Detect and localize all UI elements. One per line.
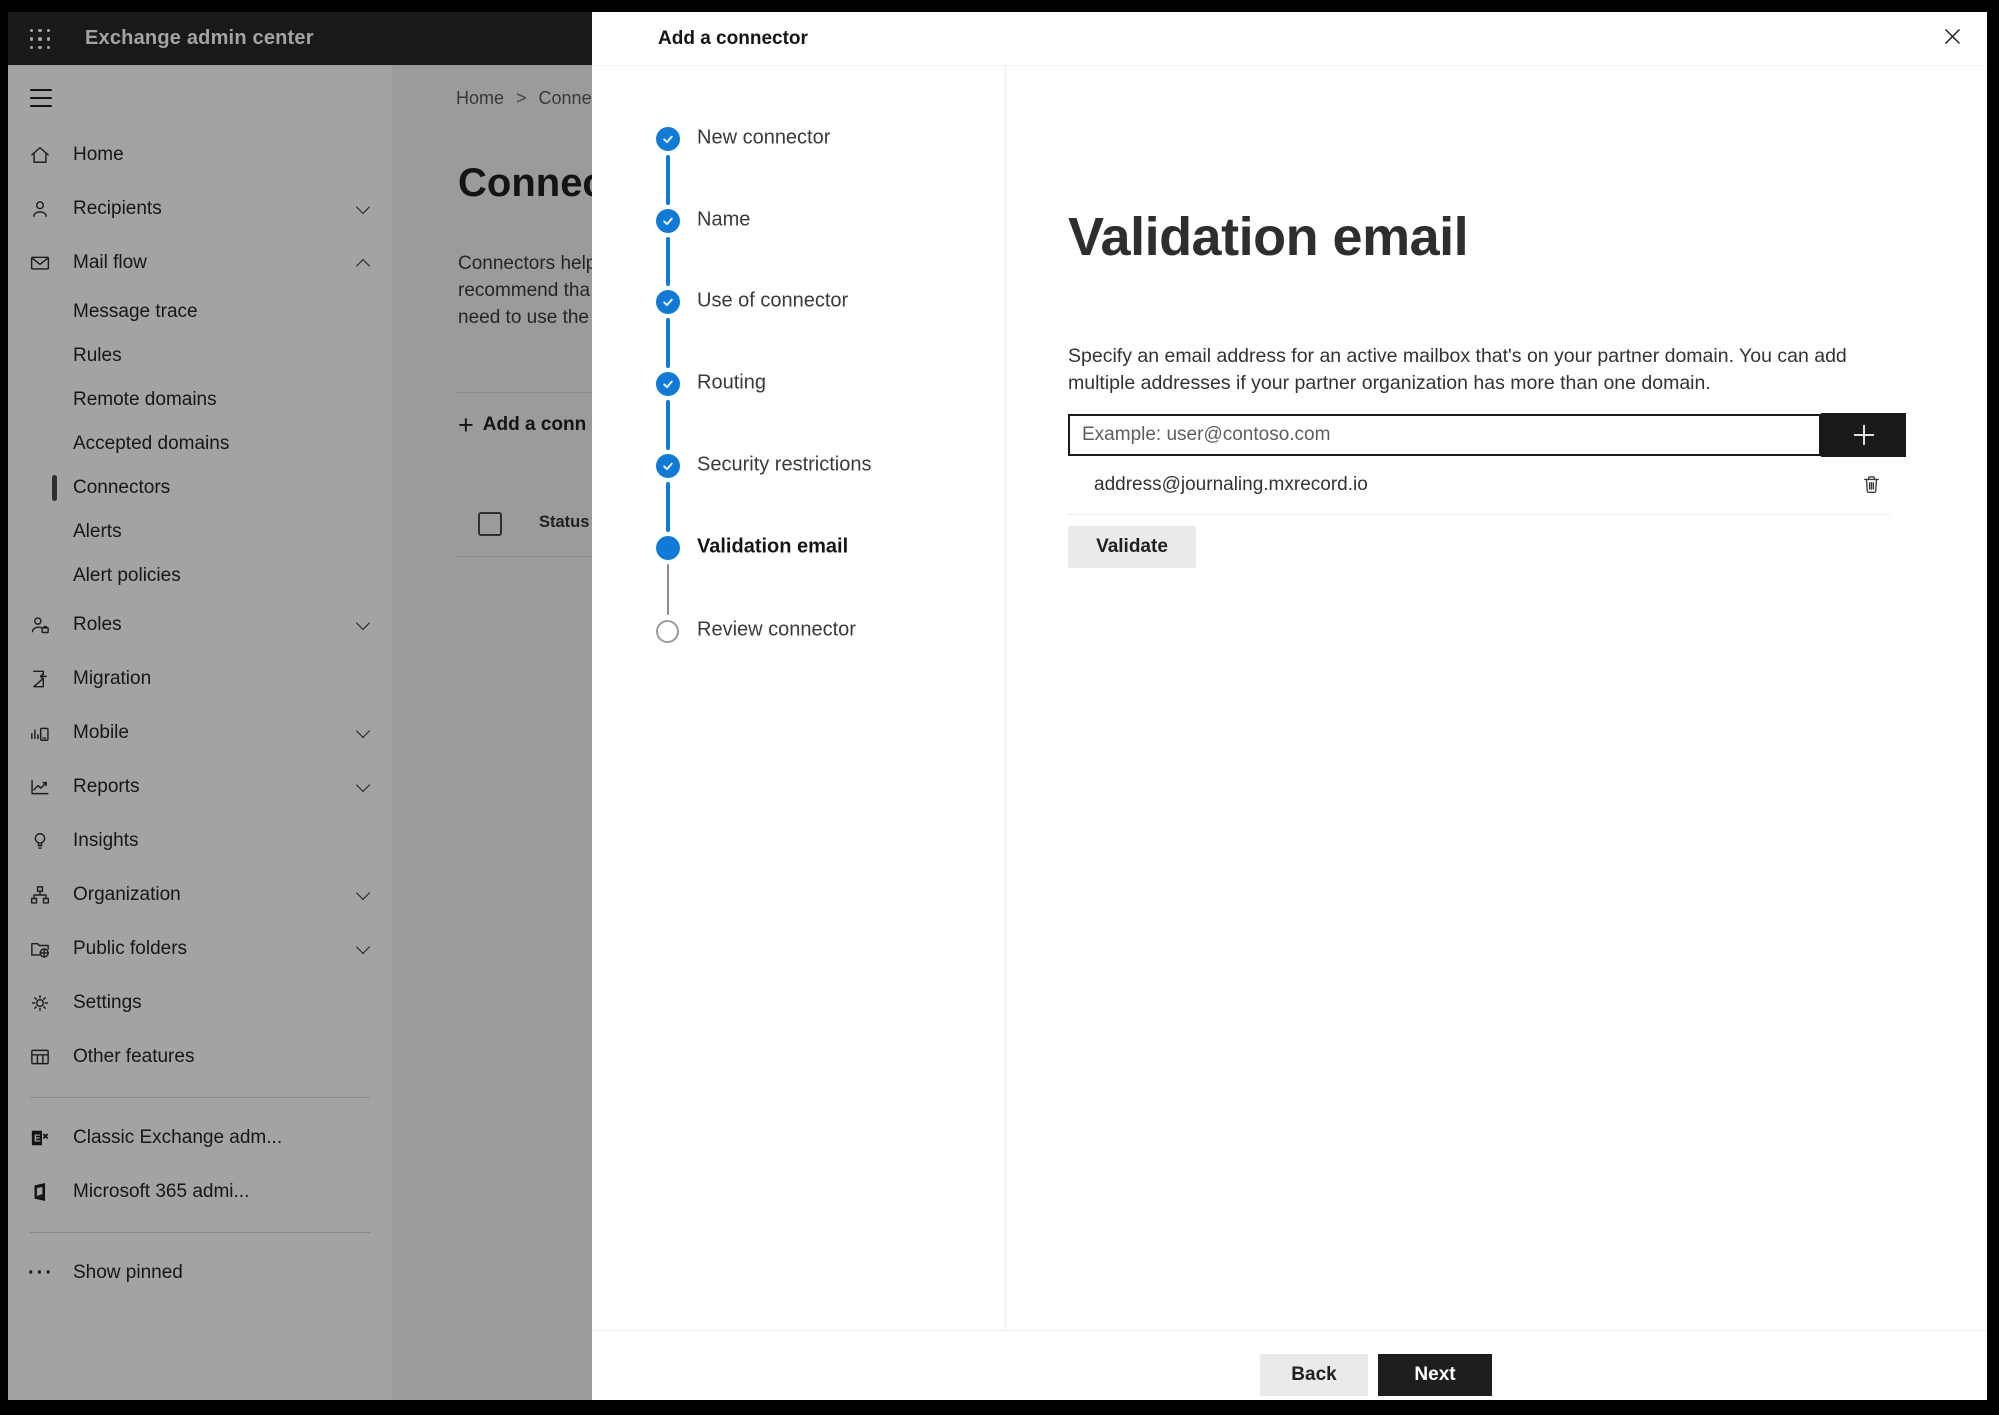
email-address-row: address@journaling.mxrecord.io: [1068, 457, 1890, 515]
email-address-value: address@journaling.mxrecord.io: [1094, 474, 1368, 495]
step-completed-icon: [656, 372, 680, 396]
back-button[interactable]: Back: [1260, 1354, 1368, 1396]
step-connector-line: [666, 237, 670, 286]
delete-address-icon[interactable]: [1858, 471, 1884, 497]
wizard-divider: [1005, 66, 1006, 1330]
wizard-step-routing[interactable]: Routing: [592, 372, 1005, 396]
step-current-icon: [656, 536, 680, 560]
step-completed-icon: [656, 290, 680, 314]
modal-footer-divider: [592, 1330, 1987, 1331]
validation-email-heading: Validation email: [1068, 207, 1469, 268]
validate-button[interactable]: Validate: [1068, 526, 1196, 568]
wizard-step-use-of-connector[interactable]: Use of connector: [592, 290, 1005, 314]
step-connector-line: [666, 400, 670, 450]
validation-email-input[interactable]: [1068, 414, 1821, 456]
close-icon[interactable]: [1938, 22, 1966, 50]
modal-header-divider: [592, 65, 1987, 66]
step-completed-icon: [656, 209, 680, 233]
step-connector-line: [666, 564, 670, 615]
wizard-step-validation-email[interactable]: Validation email: [592, 536, 1005, 560]
wizard-step-name[interactable]: Name: [592, 209, 1005, 233]
app-window: Exchange admin center Home Recipients Ma…: [8, 12, 1987, 1400]
validation-email-description: Specify an email address for an active m…: [1068, 344, 1847, 394]
step-completed-icon: [656, 127, 680, 151]
step-connector-line: [666, 318, 670, 368]
step-connector-line: [666, 155, 670, 205]
add-email-button[interactable]: [1821, 413, 1906, 457]
modal-title: Add a connector: [658, 28, 808, 49]
next-button[interactable]: Next: [1378, 1354, 1492, 1396]
wizard-step-security-restrictions[interactable]: Security restrictions: [592, 454, 1005, 478]
step-connector-line: [666, 482, 670, 532]
add-connector-modal: Add a connector New connector Name Use o…: [592, 12, 1987, 1400]
step-upcoming-icon: [656, 619, 679, 643]
screenshot-frame: Exchange admin center Home Recipients Ma…: [0, 0, 1999, 1415]
wizard-step-review-connector[interactable]: Review connector: [592, 619, 1005, 643]
step-completed-icon: [656, 454, 680, 478]
wizard-step-new-connector[interactable]: New connector: [592, 127, 1005, 151]
